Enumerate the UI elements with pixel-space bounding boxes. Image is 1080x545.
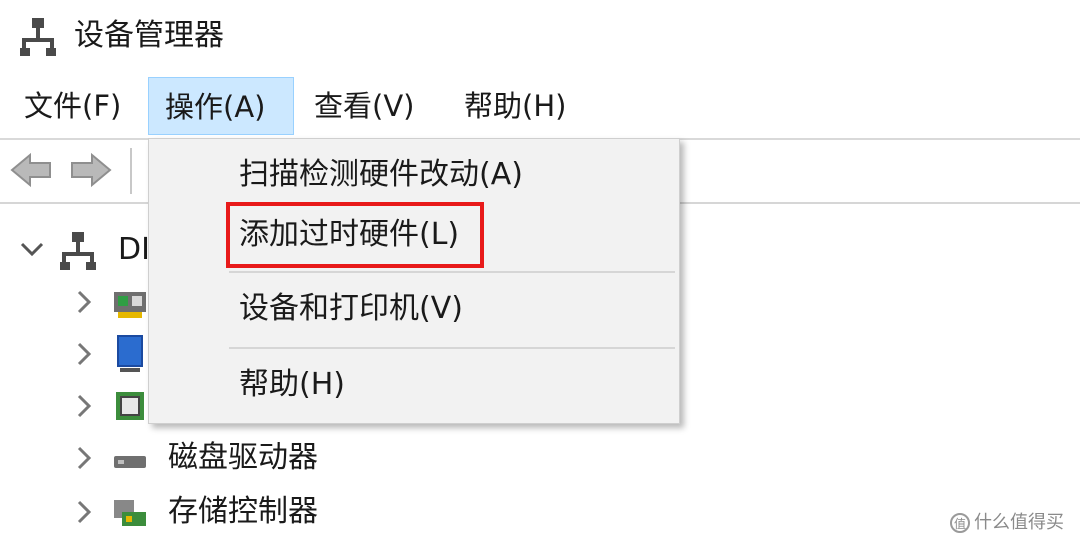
menu-separator: [229, 347, 675, 349]
processor-icon: [116, 392, 144, 420]
menu-view[interactable]: 查看(V): [298, 77, 430, 135]
menu-help[interactable]: 帮助(H): [448, 77, 582, 135]
back-arrow-icon[interactable]: [10, 152, 52, 188]
forward-arrow-icon[interactable]: [70, 152, 112, 188]
menu-separator: [229, 271, 675, 273]
menu-item-help[interactable]: 帮助(H): [239, 365, 345, 405]
chevron-right-icon[interactable]: [70, 432, 98, 484]
tree-item-disk-drives[interactable]: 磁盘驱动器: [70, 432, 370, 484]
chevron-right-icon[interactable]: [70, 328, 98, 380]
menu-action[interactable]: 操作(A): [148, 77, 294, 135]
monitor-icon: [117, 335, 143, 372]
toolbar-separator: [130, 148, 132, 194]
menu-item-scan-hardware-changes[interactable]: 扫描检测硬件改动(A): [239, 155, 523, 195]
chevron-right-icon[interactable]: [70, 276, 98, 328]
chevron-down-icon[interactable]: [18, 224, 46, 276]
highlight-box: [226, 202, 484, 268]
disk-drive-icon: [114, 456, 146, 468]
menu-item-devices-and-printers[interactable]: 设备和打印机(V): [239, 289, 463, 329]
network-card-icon: [114, 292, 146, 318]
watermark-text: 什么值得买: [974, 512, 1064, 533]
chevron-right-icon[interactable]: [70, 380, 98, 432]
computer-network-icon: [60, 232, 96, 270]
tree-item-label: 磁盘驱动器: [168, 440, 318, 475]
tree-item-storage-controllers[interactable]: 存储控制器: [70, 486, 370, 538]
tree-root[interactable]: DI: [18, 224, 158, 276]
tree-item[interactable]: [70, 276, 160, 328]
menu-file[interactable]: 文件(F): [8, 77, 137, 135]
watermark-logo-icon: 值: [950, 513, 970, 533]
tree-item[interactable]: [70, 380, 160, 432]
title-bar: 设备管理器: [0, 0, 1080, 74]
storage-controller-icon: [114, 500, 146, 526]
watermark: 值什么值得买: [950, 508, 1064, 534]
chevron-right-icon[interactable]: [70, 486, 98, 538]
window-title: 设备管理器: [74, 18, 224, 53]
tree-item[interactable]: [70, 328, 160, 380]
tree-root-label: DI: [118, 232, 150, 267]
menu-bar: 文件(F) 操作(A) 查看(V) 帮助(H): [0, 74, 1080, 140]
computer-network-icon: [20, 18, 56, 56]
action-dropdown-menu: 扫描检测硬件改动(A) 添加过时硬件(L) 设备和打印机(V) 帮助(H): [148, 138, 680, 424]
tree-item-label: 存储控制器: [168, 494, 318, 529]
